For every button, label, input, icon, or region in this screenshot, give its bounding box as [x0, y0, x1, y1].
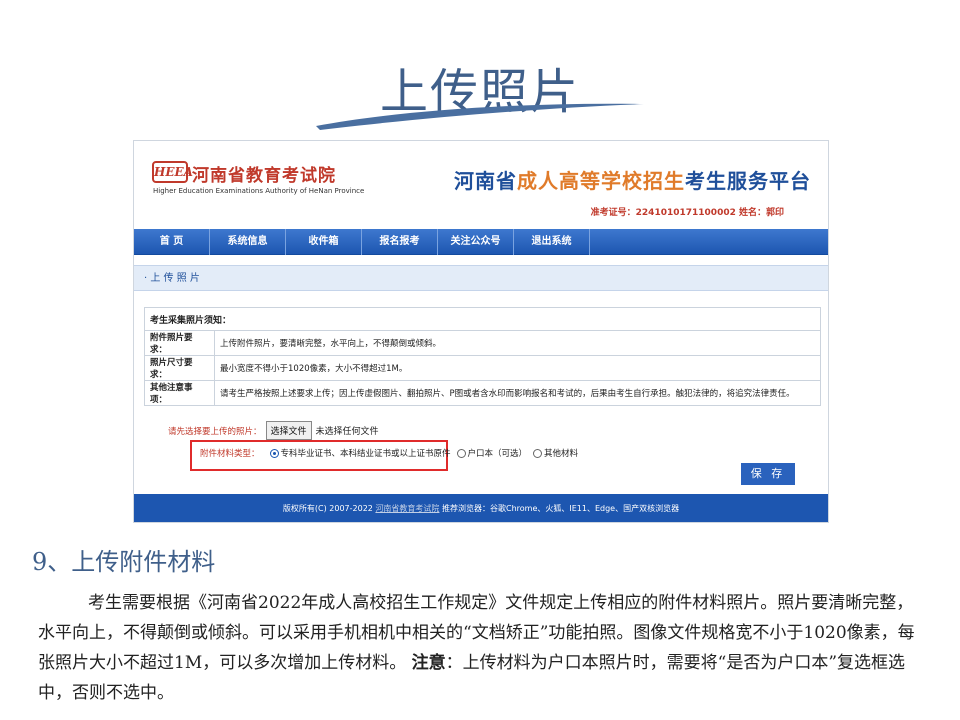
nav-home[interactable]: 首 页	[134, 229, 210, 255]
table-row: 附件照片要求： 上传附件照片，要清晰完整，水平向上，不得颠倒或倾斜。	[144, 330, 821, 356]
choose-file-button[interactable]: 选择文件	[265, 421, 312, 440]
option-label: 专科毕业证书、本科结业证书或以上证书原件	[280, 449, 451, 459]
nav-inbox[interactable]: 收件箱	[286, 229, 362, 255]
table-row: 考生采集照片须知：	[144, 307, 821, 331]
upload-prompt: 请先选择要上传的照片：	[168, 426, 262, 437]
heea-logo-icon: HEEA	[152, 161, 193, 183]
upload-row: 请先选择要上传的照片： 选择文件 未选择任何文件	[168, 421, 379, 440]
material-option-certificate[interactable]: 专科毕业证书、本科结业证书或以上证书原件	[269, 447, 451, 459]
table-row: 其他注意事项： 请考生严格按照上述要求上传；因上传虚假图片、翻拍照片、P图或者含…	[144, 380, 821, 406]
notice-label: 照片尺寸要求：	[144, 355, 215, 381]
option-label: 户口本（可选）	[467, 449, 528, 459]
notice-heading: 考生采集照片须知：	[144, 307, 821, 331]
nav-system-info[interactable]: 系统信息	[210, 229, 286, 255]
platform-title-accent: 成人高等学校招生	[517, 169, 685, 193]
file-status: 未选择任何文件	[315, 427, 379, 437]
title-underline-swoosh	[316, 103, 644, 130]
notice-text: 最小宽度不得小于1020像素，大小不得超过1M。	[214, 355, 821, 381]
platform-title: 河南省成人高等学校招生考生服务平台	[454, 165, 811, 194]
radio-unchecked-icon[interactable]	[533, 448, 543, 458]
photo-notice-table: 考生采集照片须知： 附件照片要求： 上传附件照片，要清晰完整，水平向上，不得颠倒…	[144, 307, 821, 406]
nav-registration[interactable]: 报名报考	[362, 229, 438, 255]
section-title: · 上 传 照 片	[134, 265, 828, 291]
platform-title-prefix: 河南省	[454, 169, 517, 193]
portal-screenshot: HEEA 河南省教育考试院 Higher Education Examinati…	[133, 140, 829, 523]
footer-link[interactable]: 河南省教育考试院	[375, 504, 439, 513]
note-label: 注意	[411, 653, 446, 673]
ticket-info: 准考证号：2241010171100002 姓名：郭印	[590, 208, 784, 218]
footer-browsers: 推荐浏览器：谷歌Chrome、火狐、IE11、Edge、国产双核浏览器	[441, 504, 680, 513]
material-option-hukou[interactable]: 户口本（可选）	[456, 447, 528, 459]
platform-title-suffix: 考生服务平台	[685, 169, 811, 193]
portal-footer: 版权所有(C) 2007-2022 河南省教育考试院 推荐浏览器：谷歌Chrom…	[134, 494, 828, 522]
portal-header: HEEA 河南省教育考试院 Higher Education Examinati…	[134, 141, 828, 229]
option-label: 其他材料	[544, 449, 579, 459]
nav-logout[interactable]: 退出系统	[514, 229, 590, 255]
radio-unchecked-icon[interactable]	[456, 448, 466, 458]
notice-text: 上传附件照片，要清晰完整，水平向上，不得颠倒或倾斜。	[214, 330, 821, 356]
step-heading: 9、上传附件材料	[32, 548, 216, 576]
notice-label: 其他注意事项：	[144, 380, 215, 406]
org-name-english: Higher Education Examinations Authority …	[153, 187, 365, 195]
material-type-label: 附件材料类型：	[200, 449, 260, 459]
notice-text: 请考生严格按照上述要求上传；因上传虚假图片、翻拍照片、P图或者含水印而影响报名和…	[214, 380, 821, 406]
footer-copyright: 版权所有(C) 2007-2022	[282, 504, 373, 513]
save-button[interactable]: 保 存	[741, 463, 795, 485]
org-name: 河南省教育考试院	[192, 166, 336, 186]
instruction-paragraph: 考生需要根据《河南省2022年成人高校招生工作规定》文件规定上传相应的附件材料照…	[38, 588, 928, 708]
radio-checked-icon[interactable]	[269, 448, 279, 458]
main-nav: 首 页 系统信息 收件箱 报名报考 关注公众号 退出系统	[134, 229, 828, 255]
material-option-other[interactable]: 其他材料	[533, 447, 578, 459]
table-row: 照片尺寸要求： 最小宽度不得小于1020像素，大小不得超过1M。	[144, 355, 821, 381]
notice-label: 附件照片要求：	[144, 330, 215, 356]
nav-follow-account[interactable]: 关注公众号	[438, 229, 514, 255]
material-type-row: 附件材料类型： 专科毕业证书、本科结业证书或以上证书原件 户口本（可选） 其他材…	[200, 447, 584, 459]
